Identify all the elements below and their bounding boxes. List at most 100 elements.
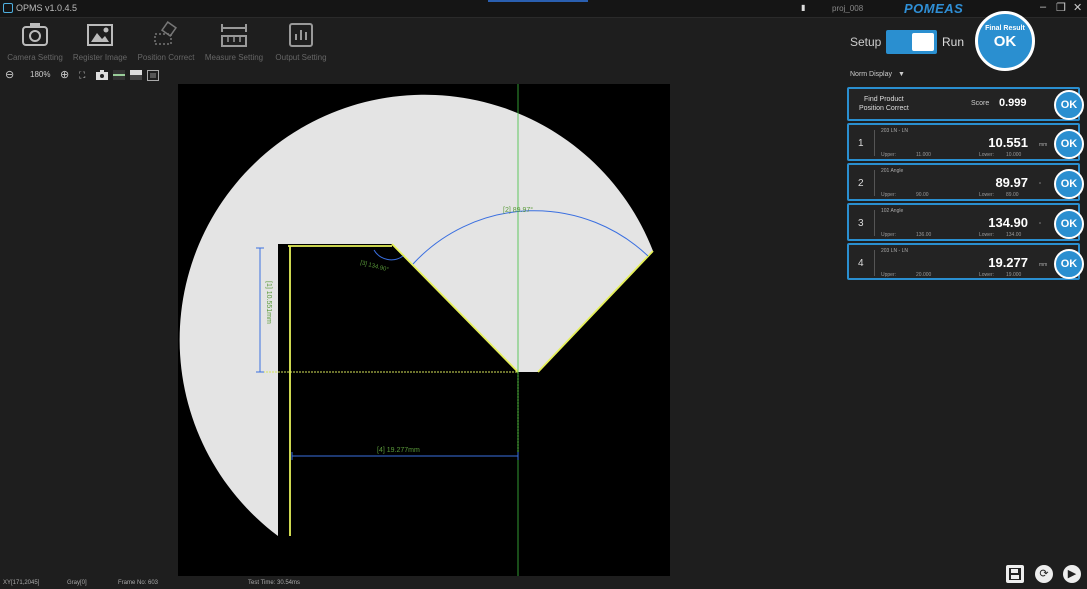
zoom-in-icon[interactable]: ⊕	[60, 68, 69, 82]
close-icon[interactable]: ✕	[1073, 1, 1082, 14]
zoom-out-icon[interactable]: ⊖	[5, 68, 14, 82]
measure-setting-label: Measure Setting	[204, 53, 264, 62]
file-icon[interactable]: ▮	[801, 3, 805, 12]
position-correct-button[interactable]: Position Correct	[131, 20, 201, 62]
result-index: 4	[858, 258, 864, 269]
refresh-icon: ⟳	[1039, 568, 1049, 580]
output-setting-button[interactable]: Output Setting	[266, 20, 336, 62]
divider	[874, 170, 875, 196]
final-result-value: OK	[993, 33, 1017, 50]
measure-2-label: [2] 89.97°	[503, 206, 533, 214]
measure-setting-button[interactable]: Measure Setting	[199, 20, 269, 62]
final-result-label: Final Result	[985, 25, 1025, 32]
upper-label: Upper:	[881, 152, 897, 158]
fit-screen-icon[interactable]: ⛶	[79, 68, 85, 82]
score-value: 0.999	[999, 97, 1027, 109]
brand-logo: POMEAS	[904, 1, 964, 16]
upper-value: 20.000	[916, 272, 932, 278]
measure-1-label: [1] 10.551mm	[265, 281, 272, 324]
zoom-percent: 180%	[30, 70, 51, 79]
result-unit: mm	[1039, 142, 1048, 148]
camera-icon	[22, 23, 48, 46]
camera-setting-button[interactable]: Camera Setting	[0, 20, 70, 62]
upper-value: 90.00	[916, 192, 929, 198]
result-title: 203 LN - LN	[881, 248, 908, 254]
result-value: 89.97	[995, 175, 1028, 190]
display-mode-dropdown[interactable]: Norm Display ▼	[850, 71, 905, 78]
measure-4-label: [4] 19.277mm	[377, 447, 420, 454]
app-title: OPMS v1.0.4.5	[16, 3, 78, 13]
lower-value: 89.00	[1006, 192, 1019, 198]
status-bar: XY[171,2045] Gray[0] Frame No: 603 Test …	[0, 578, 1087, 589]
toggle-knob	[912, 33, 934, 51]
snapshot-camera-icon[interactable]	[96, 68, 108, 84]
result-title: 201 Angle	[881, 168, 904, 174]
result-unit: °	[1039, 222, 1041, 228]
result-title: 203 LN - LN	[881, 128, 908, 134]
result-index: 1	[858, 138, 864, 149]
overlay-toggle-icon[interactable]	[147, 68, 159, 85]
lower-value: 19.000	[1006, 272, 1022, 278]
camera-setting-label: Camera Setting	[7, 53, 63, 62]
title-bar: OPMS v1.0.4.5 ▮ proj_008 POMEAS – ❐ ✕	[0, 0, 1087, 18]
position-correct-card[interactable]: Find Product Position Correct Score 0.99…	[847, 87, 1084, 121]
lower-label: Lower:	[979, 192, 995, 198]
result-index: 2	[858, 178, 864, 189]
result-unit: mm	[1039, 262, 1048, 268]
project-name: proj_008	[832, 4, 864, 13]
score-label: Score	[971, 100, 990, 107]
position-status-badge: OK	[1054, 90, 1084, 120]
chevron-down-icon: ▼	[898, 71, 905, 78]
result-card-4[interactable]: 4 203 LN - LN 19.277 mm Upper: 20.000 Lo…	[847, 243, 1084, 280]
register-image-button[interactable]: Register Image	[65, 20, 135, 62]
save-icon	[1009, 568, 1021, 580]
result-status-badge: OK	[1054, 129, 1084, 159]
upper-value: 136.00	[916, 232, 932, 238]
inspection-image: [1] 10.551mm [2] 89.97° [3] 134.90° [4] …	[179, 84, 654, 576]
line-display-icon[interactable]	[113, 68, 125, 84]
output-chart-icon	[289, 23, 313, 47]
measure-3-label: [3] 134.90°	[359, 260, 389, 273]
divider	[874, 210, 875, 236]
result-status-badge: OK	[1054, 209, 1084, 239]
result-card-1[interactable]: 1 203 LN - LN 10.551 mm Upper: 11.000 Lo…	[847, 123, 1084, 161]
status-frame: Frame No: 603	[118, 580, 159, 586]
status-test-time: Test Time: 30.54ms	[248, 580, 301, 586]
region-display-icon[interactable]	[130, 68, 142, 84]
lower-label: Lower:	[979, 272, 995, 278]
image-viewer[interactable]: [1] 10.551mm [2] 89.97° [3] 134.90° [4] …	[178, 84, 670, 576]
lower-label: Lower:	[979, 232, 995, 238]
register-image-icon	[87, 24, 113, 46]
lower-label: Lower:	[979, 152, 995, 158]
result-card-3[interactable]: 3 102 Angle 134.90 ° Upper: 136.00 Lower…	[847, 203, 1084, 241]
final-result-badge: Final Result OK	[975, 11, 1035, 71]
minimize-icon[interactable]: –	[1040, 1, 1046, 13]
result-status-badge: OK	[1054, 169, 1084, 199]
register-image-label: Register Image	[72, 53, 128, 62]
result-index: 3	[858, 218, 864, 229]
upper-label: Upper:	[881, 232, 897, 238]
output-setting-label: Output Setting	[275, 53, 327, 62]
display-mode-label: Norm Display	[850, 71, 893, 78]
run-mode-toggle[interactable]	[886, 30, 937, 54]
position-correct-label: Position Correct	[137, 53, 195, 62]
ruler-icon	[221, 24, 247, 47]
setup-label: Setup	[850, 35, 882, 49]
position-card-line2: Position Correct	[859, 105, 909, 112]
position-card-line1: Find Product	[864, 96, 904, 103]
save-button[interactable]	[1006, 565, 1024, 583]
refresh-button[interactable]: ⟳	[1035, 565, 1053, 583]
result-card-2[interactable]: 2 201 Angle 89.97 ° Upper: 90.00 Lower: …	[847, 163, 1084, 201]
divider	[874, 130, 875, 156]
result-unit: °	[1039, 182, 1041, 188]
position-correct-icon	[154, 20, 178, 45]
result-value: 134.90	[988, 215, 1028, 230]
part-silhouette	[179, 94, 654, 536]
restore-icon[interactable]: ❐	[1056, 1, 1066, 14]
status-xy: XY[171,2045]	[3, 580, 40, 586]
lower-value: 10.000	[1006, 152, 1022, 158]
play-button[interactable]: ▶	[1063, 565, 1081, 583]
upper-label: Upper:	[881, 272, 897, 278]
run-label: Run	[942, 35, 965, 49]
result-status-badge: OK	[1054, 249, 1084, 279]
